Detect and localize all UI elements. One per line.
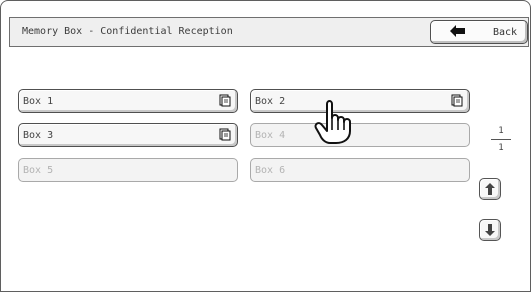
document-icon bbox=[219, 128, 231, 141]
box-1-button[interactable]: Box 1 bbox=[18, 89, 238, 113]
document-icon bbox=[219, 94, 231, 107]
box-3-label: Box 3 bbox=[23, 130, 54, 141]
box-3-button[interactable]: Box 3 bbox=[18, 123, 238, 147]
box-6-button: Box 6 bbox=[250, 158, 470, 182]
box-5-label: Box 5 bbox=[23, 165, 54, 176]
down-arrow-icon bbox=[485, 224, 495, 236]
box-4-label: Box 4 bbox=[255, 130, 286, 141]
scroll-down-button[interactable] bbox=[479, 219, 501, 241]
left-arrow-icon bbox=[450, 25, 465, 37]
page-indicator: 1 1 bbox=[489, 126, 513, 156]
box-4-button: Box 4 bbox=[250, 123, 470, 147]
box-5-button: Box 5 bbox=[18, 158, 238, 182]
box-2-button[interactable]: Box 2 bbox=[250, 89, 470, 113]
title-bar: Memory Box - Confidential Reception Back bbox=[9, 17, 529, 47]
total-page-number: 1 bbox=[498, 143, 504, 153]
page-divider bbox=[491, 139, 511, 140]
document-icon bbox=[451, 94, 463, 107]
box-2-label: Box 2 bbox=[255, 96, 286, 107]
back-button-label: Back bbox=[493, 27, 518, 38]
back-button[interactable]: Back bbox=[430, 20, 528, 44]
box-6-label: Box 6 bbox=[255, 165, 286, 176]
current-page-number: 1 bbox=[498, 126, 504, 136]
memory-box-screen: Memory Box - Confidential Reception Back… bbox=[0, 0, 531, 292]
scroll-up-button[interactable] bbox=[479, 178, 501, 200]
box-1-label: Box 1 bbox=[23, 96, 54, 107]
up-arrow-icon bbox=[485, 183, 495, 195]
page-title: Memory Box - Confidential Reception bbox=[22, 26, 233, 37]
